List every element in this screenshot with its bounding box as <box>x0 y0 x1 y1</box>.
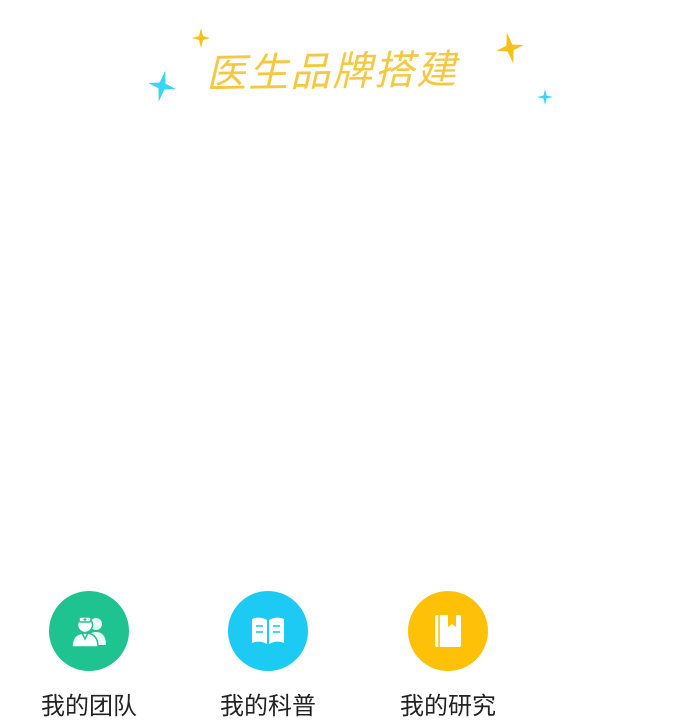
team-icon-circle <box>49 591 129 671</box>
header: 医生品牌搭建 <box>0 0 679 120</box>
feature-menu: 我的团队 我的科普 我的研究 <box>0 588 679 727</box>
book-icon-circle <box>228 591 308 671</box>
menu-item-label: 我的科普 <box>220 692 316 720</box>
team-icon <box>71 616 106 648</box>
menu-item-label: 我的团队 <box>41 692 137 720</box>
sparkle-icon <box>496 32 524 64</box>
page-title: 医生品牌搭建 <box>205 47 459 98</box>
sparkle-icon <box>537 89 553 105</box>
notebook-icon-circle <box>408 591 488 671</box>
content-area <box>0 120 679 580</box>
menu-item-team[interactable]: 我的团队 <box>19 588 159 727</box>
notebook-icon <box>435 615 461 647</box>
menu-item-science[interactable]: 我的科普 <box>198 588 338 727</box>
menu-item-label: 我的研究 <box>400 692 496 720</box>
book-open-icon <box>252 617 284 644</box>
menu-item-research[interactable]: 我的研究 <box>378 588 518 727</box>
sparkle-icon <box>148 70 176 102</box>
